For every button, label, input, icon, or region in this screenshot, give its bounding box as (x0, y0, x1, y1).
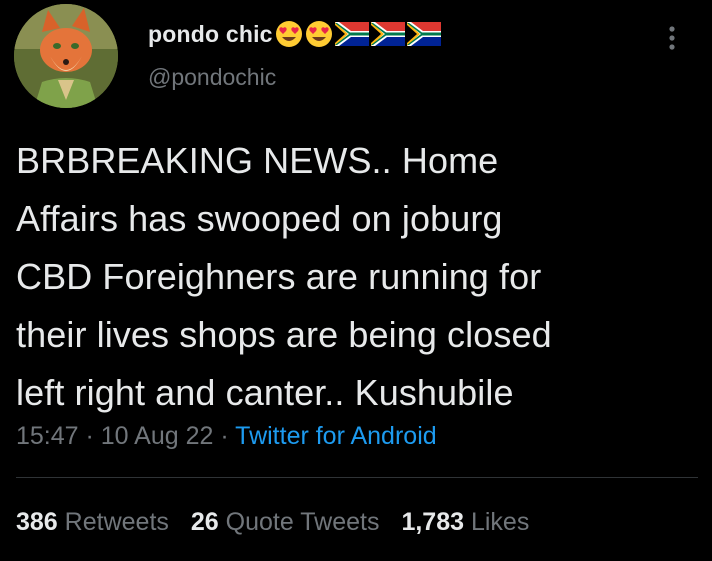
divider (16, 477, 698, 478)
tweet-text: BRBREAKING NEWS.. Home Affairs has swoop… (16, 140, 552, 413)
display-name[interactable]: pondo chic (148, 21, 273, 48)
meta-separator: · (213, 422, 236, 450)
south-africa-flag-emoji-icon (334, 22, 369, 46)
likes-stat[interactable]: 1,783 Likes (401, 508, 529, 536)
south-africa-flag-emoji-icon (406, 22, 441, 46)
heart-eyes-emoji-icon (275, 20, 303, 48)
tweet-meta: 15:47 · 10 Aug 22 · Twitter for Android (16, 422, 437, 451)
retweets-label: Retweets (64, 508, 169, 536)
more-vertical-icon[interactable] (660, 18, 684, 58)
south-africa-flag-emoji-icon (370, 22, 405, 46)
tweet-time[interactable]: 15:47 (16, 422, 79, 450)
fox-avatar-image (14, 4, 118, 108)
meta-separator: · (78, 422, 101, 450)
user-handle[interactable]: @pondochic (148, 64, 276, 91)
display-name-row: pondo chic (148, 14, 441, 54)
tweet: pondo chic @pondochic BRBREAKING NEWS.. … (0, 0, 712, 561)
quote-tweets-stat[interactable]: 26 Quote Tweets (191, 508, 380, 536)
tweet-source-link[interactable]: Twitter for Android (235, 422, 436, 450)
avatar[interactable] (14, 4, 118, 108)
likes-label: Likes (470, 508, 530, 536)
quote-tweets-count: 26 (190, 508, 219, 536)
quote-tweets-label: Quote Tweets (225, 508, 380, 536)
retweets-stat[interactable]: 386 Retweets (16, 508, 169, 536)
retweets-count: 386 (16, 508, 58, 536)
tweet-date[interactable]: 10 Aug 22 (101, 422, 214, 450)
heart-eyes-emoji-icon (305, 20, 333, 48)
tweet-stats: 386 Retweets 26 Quote Tweets 1,783 Likes (16, 508, 551, 537)
likes-count: 1,783 (401, 508, 465, 536)
